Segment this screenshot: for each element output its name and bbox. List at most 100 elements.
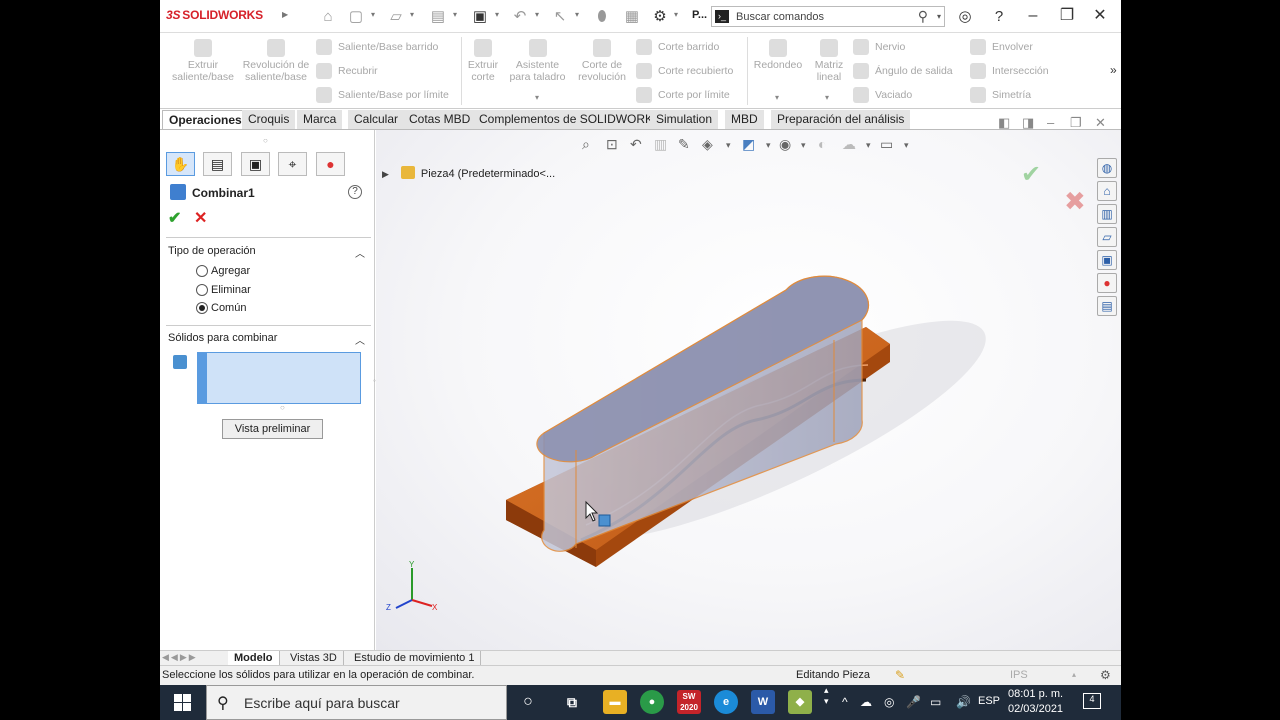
solidworks-logo[interactable]: 3S SOLIDWORKS [166,8,263,22]
cortana-icon[interactable]: ○ [516,690,540,714]
units-label[interactable]: IPS [1010,669,1028,681]
cancel-button[interactable]: ✕ [194,208,207,228]
open-dropdown-icon[interactable]: ▾ [410,10,414,19]
fillet-button[interactable]: Redondeo [752,39,804,71]
tab-marca[interactable]: Marca [297,110,344,129]
options-dropdown-icon[interactable]: ▾ [674,10,678,19]
pattern-dropdown-icon[interactable]: ▾ [825,93,829,102]
display-manager-tab[interactable]: ● [316,152,345,176]
tray-scroll-icon[interactable]: ▴ ▾ [824,685,829,707]
onedrive-cloud-icon[interactable]: ☁ [860,695,872,709]
search-commands-input[interactable]: Buscar comandos [736,11,824,23]
user-account-icon[interactable]: ◎ [955,7,975,27]
doc-tile-icon[interactable]: ◧ [998,115,1010,131]
dimxpert-tab[interactable]: ⌖ [278,152,307,176]
taskbar-search-box[interactable]: ⚲ Escribe aquí para buscar [206,685,507,720]
extrude-boss-button[interactable]: Extruir saliente/base [168,39,238,83]
volume-icon[interactable]: 🔊 [956,695,971,709]
task-view-icon[interactable]: ⧉ [560,690,584,714]
intersect-button[interactable]: Intersección [970,63,1049,79]
word-icon[interactable]: W [751,690,775,714]
chrome-icon[interactable]: ● [640,690,664,714]
home-icon[interactable]: ⌂ [1097,181,1117,201]
part-model[interactable] [376,130,1121,650]
customize-statusbar-icon[interactable]: ⚙ [1100,668,1111,682]
revolve-boss-button[interactable]: Revolución de saliente/base [242,39,310,83]
taskbar-search-text[interactable]: Escribe aquí para buscar [244,695,400,711]
units-dropdown-icon[interactable]: ▴ [1072,670,1076,679]
radio-eliminar[interactable]: Eliminar [196,283,251,297]
solidworks-taskbar-icon[interactable]: SW 2020 [677,690,701,714]
loft-cut-button[interactable]: Corte recubierto [636,63,733,79]
panel-grip-icon[interactable]: ○ [263,136,268,145]
search-dropdown-icon[interactable]: ▾ [937,12,941,21]
solidworks-resources-icon[interactable]: ◍ [1097,158,1117,178]
tab-calcular[interactable]: Calcular [348,110,406,129]
tab-complementos[interactable]: Complementos de SOLIDWORKS [473,110,669,129]
print-dropdown-icon[interactable]: ▾ [495,10,499,19]
radio-agregar[interactable]: Agregar [196,264,250,278]
resize-grip-icon[interactable]: ○ [280,403,285,412]
webcam-icon[interactable]: ◎ [884,695,894,709]
help-icon[interactable]: ? [348,185,362,199]
operation-type-header[interactable]: Tipo de operación [168,245,256,257]
undo-icon[interactable]: ↶ [510,7,530,27]
taskbar-clock[interactable]: 08:01 p. m. 02/03/2021 [1008,687,1063,717]
minimize-icon[interactable]: – [1019,5,1047,27]
shell-button[interactable]: Vaciado [853,87,912,103]
more-commands-icon[interactable]: » [1110,63,1117,77]
ok-button[interactable]: ✔ [168,208,181,228]
show-hidden-icons-icon[interactable]: ^ [842,695,848,709]
options-gear-icon[interactable]: ⚙ [650,7,670,27]
view-palette-icon[interactable]: ▣ [1097,250,1117,270]
search-commands-box[interactable]: ›_ Buscar comandos ⚲ ▾ [711,6,945,27]
app-icon[interactable]: ◆ [788,690,812,714]
tab-scroll-arrows-icon[interactable]: ◀◀▶▶ [162,652,198,663]
tab-estudio-movimiento[interactable]: Estudio de movimiento 1 [348,651,482,666]
doc-minimize-icon[interactable]: – [1047,115,1054,130]
input-language[interactable]: ESP [978,695,1000,707]
help-icon[interactable]: ? [989,7,1009,27]
home-icon[interactable]: ⌂ [318,7,338,27]
network-icon[interactable]: ▭ [930,695,941,709]
doc-split-icon[interactable]: ◨ [1022,115,1034,131]
new-document-icon[interactable]: ▢ [346,7,366,27]
rebuild-icon[interactable]: ⬮ [592,7,612,27]
undo-dropdown-icon[interactable]: ▾ [535,10,539,19]
save-dropdown-icon[interactable]: ▾ [453,10,457,19]
tab-cotas-mbd[interactable]: Cotas MBD [403,110,478,129]
property-manager-tab[interactable]: ▤ [203,152,232,176]
collapse-chevron-icon[interactable]: ︿ [355,245,365,260]
tab-vistas-3d[interactable]: Vistas 3D [284,651,344,666]
reference-triad[interactable]: Y X Z [382,560,442,615]
bodies-selection-box[interactable] [197,352,361,404]
windows-start-icon[interactable] [174,694,191,711]
draft-button[interactable]: Ángulo de salida [853,63,953,79]
save-icon[interactable]: ▤ [428,7,448,27]
swept-boss-button[interactable]: Saliente/Base barrido [316,39,438,55]
select-cursor-icon[interactable]: ↖ [550,7,570,27]
tab-preparacion-analisis[interactable]: Preparación del análisis [771,110,912,129]
rebuild-status-icon[interactable]: ✎ [895,668,905,682]
linear-pattern-button[interactable]: Matriz lineal [812,39,846,83]
mirror-button[interactable]: Simetría [970,87,1031,103]
search-icon[interactable]: ⚲ [918,8,928,25]
collapse-chevron-icon[interactable]: ︿ [355,332,365,347]
custom-properties-icon[interactable]: ▤ [1097,296,1117,316]
revolve-cut-button[interactable]: Corte de revolución [574,39,630,83]
rib-button[interactable]: Nervio [853,39,905,55]
restore-icon[interactable]: ❐ [1053,5,1081,27]
edge-icon[interactable]: e [714,690,738,714]
pin-label[interactable]: P... [692,9,707,21]
fillet-dropdown-icon[interactable]: ▾ [775,93,779,102]
close-icon[interactable]: ✕ [1086,5,1114,27]
boundary-cut-button[interactable]: Corte por límite [636,87,730,103]
microphone-icon[interactable]: 🎤 [906,695,921,709]
appearances-icon[interactable]: ● [1097,273,1117,293]
print-icon[interactable]: ▣ [470,7,490,27]
tab-operaciones[interactable]: Operaciones [162,110,249,129]
open-folder-icon[interactable]: ▱ [386,7,406,27]
extrude-cut-button[interactable]: Extruir corte [465,39,501,83]
doc-restore-icon[interactable]: ❐ [1070,115,1082,131]
boundary-boss-button[interactable]: Saliente/Base por límite [316,87,449,103]
